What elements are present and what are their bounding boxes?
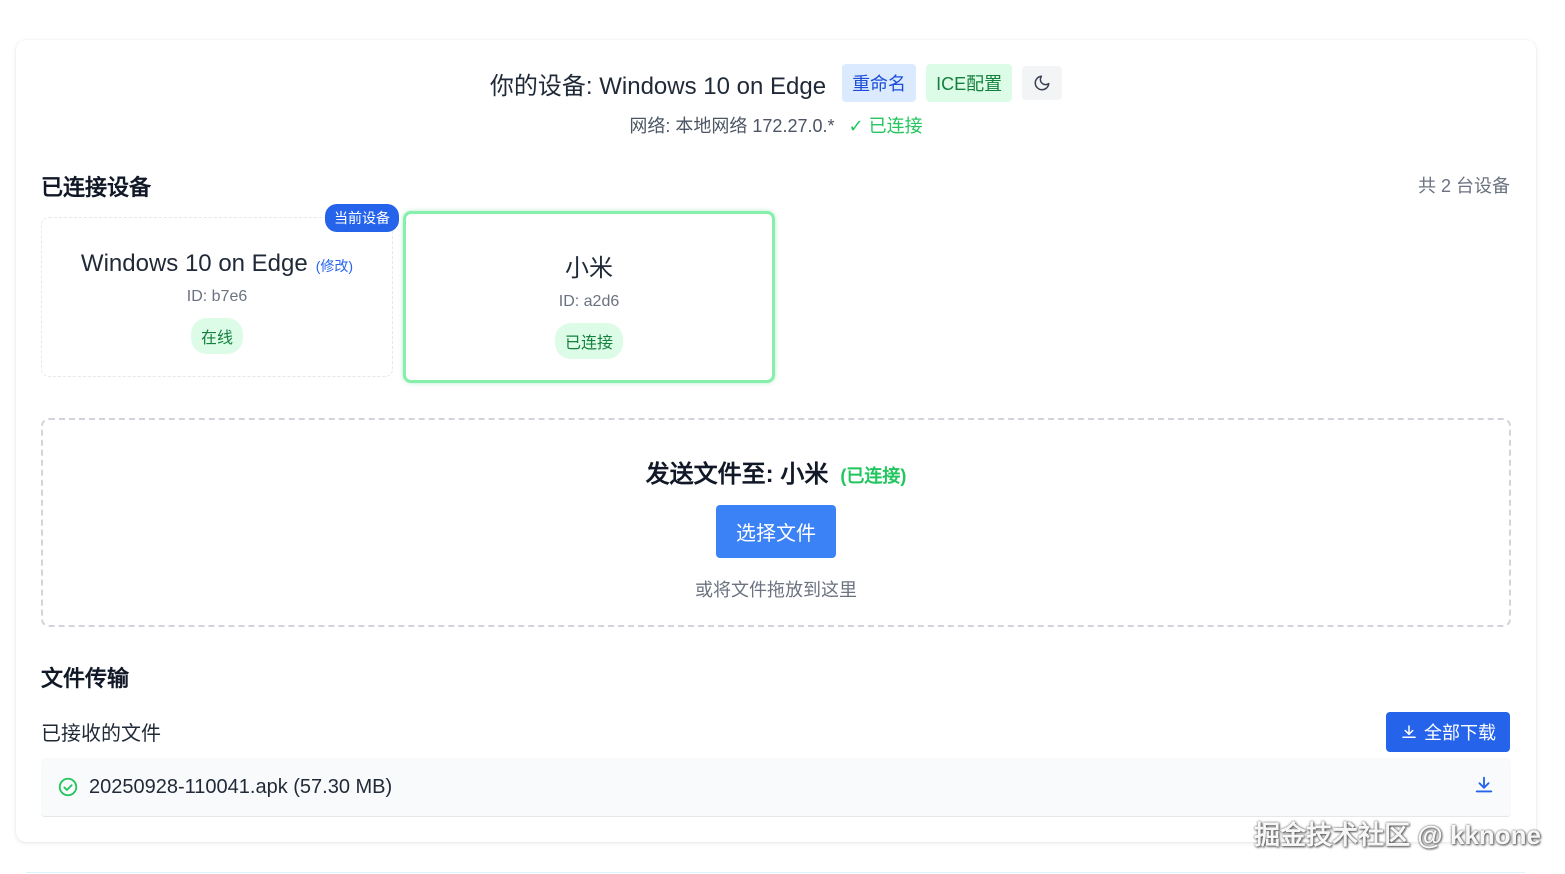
send-title: 发送文件至: 小米 (已连接) [43,454,1509,489]
drop-hint: 或将文件拖放到这里 [695,580,857,600]
choose-file-button[interactable]: 选择文件 [716,505,836,558]
file-dropzone[interactable]: 发送文件至: 小米 (已连接) 选择文件 或将文件拖放到这里 [41,418,1511,627]
theme-toggle-button[interactable] [1022,66,1063,100]
send-status: (已连接) [840,466,907,486]
status-badge: 在线 [190,318,243,354]
device-card-self: Windows 10 on Edge (修改) ID: b7e6 在线 [41,217,393,377]
file-name: 20250928-110041.apk (57.30 MB) [89,775,393,798]
moon-icon [1034,75,1050,91]
download-all-label: 全部下载 [1424,723,1496,743]
status-badge: 已连接 [554,323,623,359]
device-count: 共 2 台设备 [1417,176,1510,196]
device-name: Windows 10 on Edge [80,250,308,277]
divider [26,872,1525,873]
device-name: 小米 [565,255,613,282]
send-target-text: 发送文件至: 小米 [645,461,829,488]
device-id: ID: b7e6 [186,288,248,305]
current-device-badge: 当前设备 [325,204,399,232]
file-download-button[interactable] [1473,774,1495,801]
device-id: ID: a2d6 [558,293,620,310]
download-icon [1402,725,1416,738]
network-text: 网络: 本地网络 172.27.0.* [629,116,835,136]
device-title: 你的设备: Windows 10 on Edge [489,72,827,100]
device-header: 你的设备: Windows 10 on Edge 重命名 ICE配置 [16,64,1536,102]
file-transfer-title: 文件传输 [41,666,130,691]
download-icon [1475,776,1493,793]
ice-config-button[interactable]: ICE配置 [926,64,1013,102]
received-files-label: 已接收的文件 [41,723,161,745]
download-all-button[interactable]: 全部下载 [1386,712,1510,752]
network-info: 网络: 本地网络 172.27.0.* ✓ 已连接 [16,112,1536,138]
connected-devices-title: 已连接设备 [41,175,152,200]
check-circle-icon [58,777,78,797]
device-card-peer[interactable]: 小米 ID: a2d6 已连接 [403,211,775,383]
edit-name-link[interactable]: (修改) [316,258,353,274]
rename-button[interactable]: 重命名 [842,64,917,102]
list-item: 20250928-110041.apk (57.30 MB) [41,758,1511,817]
watermark: 掘金技术社区 @ kknone [1254,820,1541,850]
main-card: 你的设备: Windows 10 on Edge 重命名 ICE配置 网络: 本… [16,40,1536,842]
network-status: ✓ 已连接 [848,116,923,136]
